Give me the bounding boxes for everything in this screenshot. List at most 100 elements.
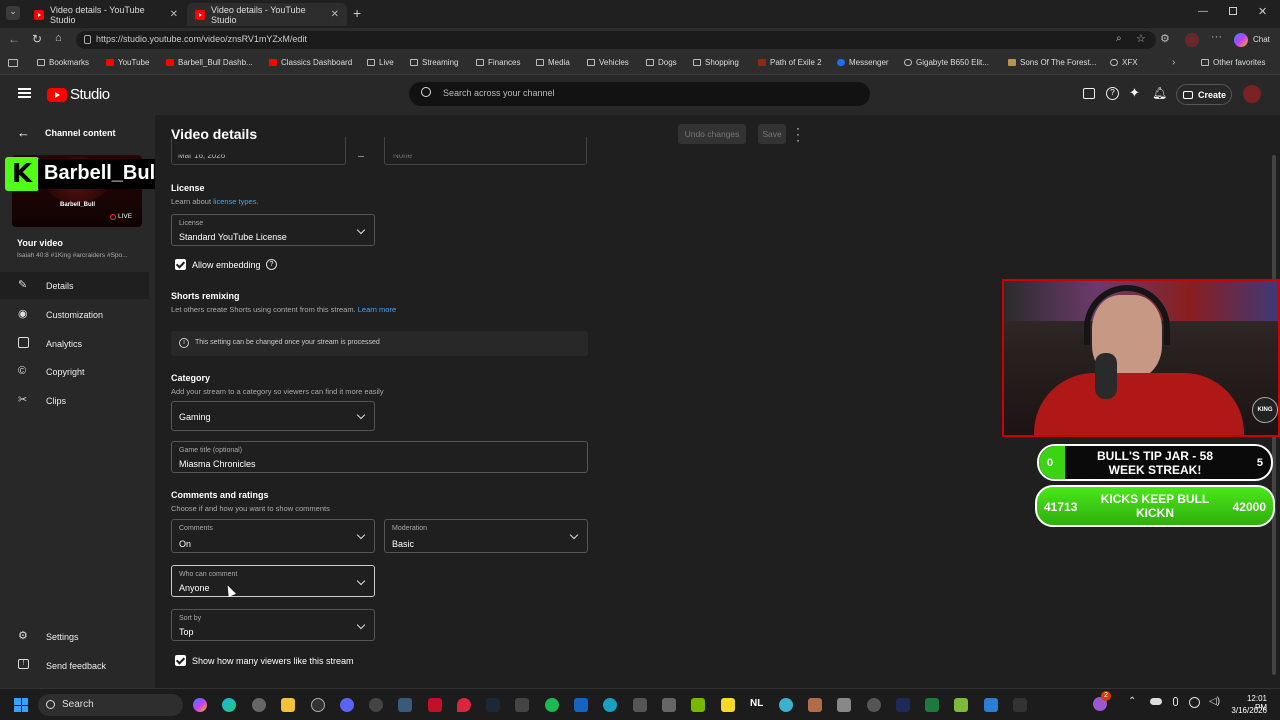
minimize-icon[interactable]: — (1198, 6, 1208, 17)
app-icon[interactable] (954, 698, 968, 712)
studio-logo[interactable]: Studio (47, 86, 110, 103)
new-tab-button[interactable]: + (353, 5, 361, 21)
sidebar-item-copyright[interactable]: © Copyright (0, 358, 149, 385)
bookmark-item[interactable]: Live (367, 58, 394, 67)
discord-app-icon[interactable] (340, 698, 354, 712)
extensions-icon[interactable]: ⚙ (1160, 32, 1170, 45)
app-icon[interactable] (515, 698, 529, 712)
refresh-icon[interactable]: ↻ (32, 32, 42, 46)
copilot-icon[interactable] (1234, 33, 1248, 47)
steelseries-app-icon[interactable] (369, 698, 383, 712)
edge-app-icon[interactable] (222, 698, 236, 712)
bookmark-item[interactable]: Vehicles (587, 58, 629, 67)
account-avatar[interactable] (1243, 85, 1261, 103)
chat-label[interactable]: Chat (1253, 35, 1270, 44)
app-icon[interactable] (398, 698, 412, 712)
browser-tab-1[interactable]: Video details - YouTube Studio ✕ (26, 3, 186, 26)
nvidia-app-icon[interactable] (691, 698, 705, 712)
steam-app-icon[interactable] (486, 698, 500, 712)
comments-icon[interactable] (1083, 88, 1095, 99)
allow-embedding-checkbox[interactable] (175, 259, 186, 270)
file-explorer-icon[interactable] (281, 698, 295, 712)
close-window-icon[interactable]: ✕ (1258, 5, 1267, 18)
back-arrow-icon[interactable]: ← (17, 125, 30, 140)
bookmark-item[interactable]: Path of Exile 2 (758, 58, 822, 67)
bookmark-item[interactable]: Media (536, 58, 570, 67)
bookmark-item[interactable]: Messenger (837, 58, 889, 67)
menu-icon[interactable] (18, 88, 31, 98)
none-field-partial[interactable]: None (384, 137, 587, 165)
license-select[interactable]: License Standard YouTube License (171, 214, 375, 246)
create-button[interactable]: Create (1176, 84, 1232, 105)
help-circle-icon[interactable]: ? (266, 259, 277, 270)
channel-content-link[interactable]: Channel content (45, 128, 116, 138)
copilot-app-icon[interactable] (193, 698, 207, 712)
bookmark-item[interactable]: Shopping (693, 58, 739, 67)
app-icon[interactable] (574, 698, 588, 712)
chevron-right-icon[interactable]: › (1172, 57, 1175, 68)
network-icon[interactable] (1189, 697, 1200, 708)
sort-by-select[interactable]: Sort by Top (171, 609, 375, 641)
taskbar-date[interactable]: 3/16/2026 (1229, 706, 1267, 715)
bookmark-item[interactable]: Barbell_Bull Dashb... (166, 58, 253, 67)
bookmark-item[interactable]: XFX (1110, 58, 1138, 67)
onedrive-icon[interactable] (1150, 698, 1162, 705)
browser-tab-2[interactable]: Video details - YouTube Studio ✕ (187, 3, 347, 26)
help-icon[interactable]: ? (1106, 87, 1119, 100)
obs-app-icon[interactable] (311, 698, 325, 712)
back-icon[interactable]: ← (8, 32, 20, 46)
learn-more-link[interactable]: Learn more (358, 305, 396, 314)
close-tab-icon[interactable]: ✕ (331, 9, 339, 20)
sidebar-toggle-icon[interactable] (8, 59, 18, 67)
more-options-icon[interactable]: · · · (796, 122, 800, 146)
sidebar-item-details[interactable]: ✎ Details (0, 272, 149, 299)
app-icon[interactable] (779, 698, 793, 712)
settings-app-icon[interactable] (252, 698, 266, 712)
sidebar-item-analytics[interactable]: Analytics (0, 330, 149, 357)
calculator-app-icon[interactable] (633, 698, 647, 712)
more-icon[interactable]: ··· (1211, 31, 1222, 43)
nl-app-icon[interactable]: NL (750, 698, 770, 712)
app-icon[interactable] (984, 698, 998, 712)
notifications-icon[interactable]: 🔔︎ (1152, 86, 1167, 100)
bookmark-item[interactable]: Gigabyte B650 Elit... (904, 58, 989, 67)
bookmark-item[interactable]: Finances (476, 58, 520, 67)
taskbar-search[interactable]: Search (38, 694, 183, 716)
tab-list-button[interactable]: ⌄ (6, 6, 20, 20)
app-icon[interactable] (603, 698, 617, 712)
game-title-input[interactable]: Game title (optional) Miasma Chronicles (171, 441, 588, 473)
sidebar-item-feedback[interactable]: ! Send feedback (0, 652, 149, 679)
sidebar-item-customization[interactable]: ◉ Customization (0, 301, 149, 328)
tray-chevron-up-icon[interactable]: ⌃ (1128, 696, 1136, 707)
bookmark-item[interactable]: Dogs (646, 58, 677, 67)
undo-changes-button[interactable]: Undo changes (678, 124, 746, 144)
microphone-icon[interactable] (1173, 697, 1178, 706)
profile-avatar[interactable] (1185, 33, 1199, 47)
volume-icon[interactable]: ◁) (1209, 696, 1220, 707)
app-icon[interactable] (428, 698, 442, 712)
windows-start-icon[interactable] (14, 698, 28, 712)
close-tab-icon[interactable]: ✕ (170, 9, 178, 20)
maps-app-icon[interactable] (457, 698, 471, 712)
restore-icon[interactable] (1229, 7, 1237, 15)
who-can-comment-select[interactable]: Who can comment Anyone (171, 565, 375, 597)
sidebar-item-clips[interactable]: ✂ Clips (0, 387, 149, 414)
app-icon[interactable] (896, 698, 910, 712)
category-select[interactable]: Gaming (171, 401, 375, 431)
date-field-partial[interactable]: Mar 16, 2026 (171, 137, 346, 165)
bookmark-item[interactable]: Streaming (410, 58, 458, 67)
comments-select[interactable]: Comments On (171, 519, 375, 553)
app-icon[interactable] (662, 698, 676, 712)
app-icon[interactable] (808, 698, 822, 712)
sidebar-item-settings[interactable]: ⚙ Settings (0, 623, 149, 650)
bookmark-item[interactable]: Classics Dashboard (269, 58, 352, 67)
sticky-notes-icon[interactable] (721, 698, 735, 712)
moderation-select[interactable]: Moderation Basic (384, 519, 588, 553)
bookmark-item[interactable]: Bookmarks (37, 58, 89, 67)
app-icon[interactable] (837, 698, 851, 712)
spotify-app-icon[interactable] (545, 698, 559, 712)
bookmark-item[interactable]: YouTube (106, 58, 149, 67)
app-icon[interactable] (1013, 698, 1027, 712)
app-icon[interactable] (867, 698, 881, 712)
url-field[interactable]: https://studio.youtube.com/video/znsRV1m… (76, 31, 1156, 49)
